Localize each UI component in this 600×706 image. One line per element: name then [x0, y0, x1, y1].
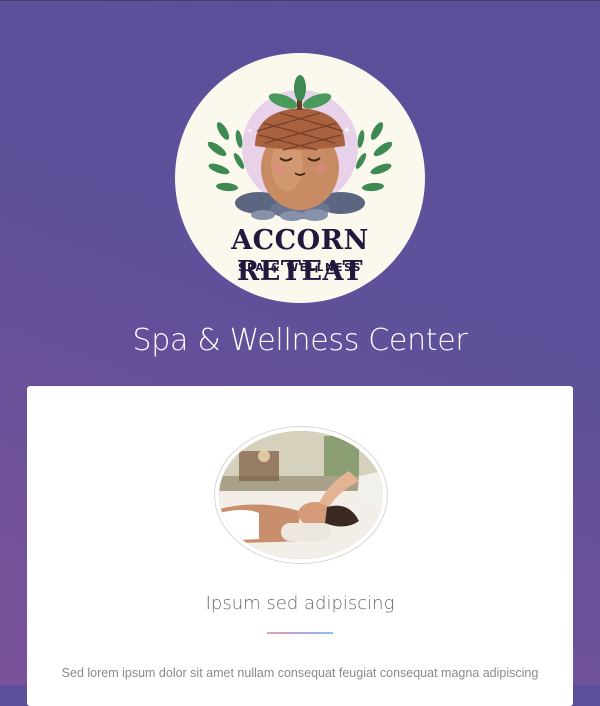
svg-text:✦: ✦ — [343, 125, 351, 135]
top-border — [0, 0, 600, 1]
logo-tagline: SPA & WELLNESS — [237, 262, 363, 274]
photo-frame — [214, 426, 388, 564]
logo-title: ACCORN RETEAT — [231, 225, 369, 287]
page-title: Spa & Wellness Center — [132, 323, 468, 358]
massage-photo-icon — [219, 431, 383, 559]
heading-divider — [267, 632, 333, 634]
logo: ✦ ✦ ACCORN RETEAT SPA & WELLNESS — [175, 53, 425, 303]
card-heading: Ipsum sed adipiscing — [205, 593, 395, 614]
card-body-text: Sed lorem ipsum dolor sit amet nullam co… — [61, 666, 539, 680]
feature-card: Ipsum sed adipiscing Sed lorem ipsum dol… — [27, 386, 573, 706]
svg-text:✦: ✦ — [247, 127, 253, 135]
